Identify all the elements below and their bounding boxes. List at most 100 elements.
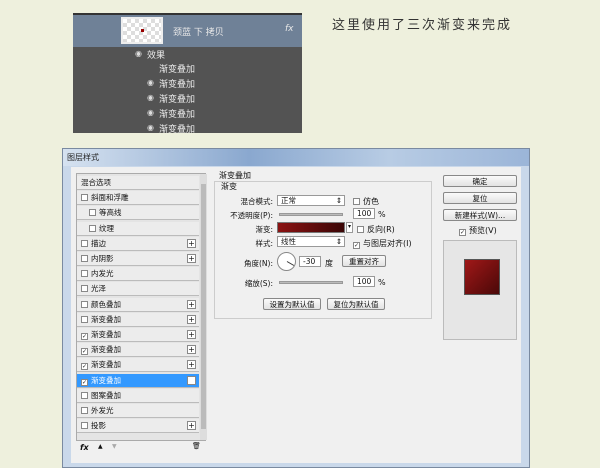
style-item[interactable]: 外发光 xyxy=(77,404,199,418)
style-checkbox[interactable] xyxy=(89,224,96,232)
add-icon[interactable]: + xyxy=(187,360,196,370)
section-title: 渐变叠加 xyxy=(219,171,251,180)
add-icon[interactable]: + xyxy=(187,375,196,385)
opacity-label: 不透明度(P): xyxy=(230,211,273,220)
style-checkbox[interactable] xyxy=(81,270,88,278)
blend-mode-select[interactable]: 正常 ⇕ xyxy=(277,195,345,206)
style-checkbox[interactable] xyxy=(81,391,88,399)
effect-item[interactable]: 渐变叠加 xyxy=(159,107,195,120)
opacity-slider[interactable] xyxy=(279,213,343,216)
style-item[interactable]: 内阴影 + xyxy=(77,252,199,266)
style-item[interactable]: ✓ 渐变叠加 + xyxy=(77,328,199,342)
add-icon[interactable]: + xyxy=(187,330,196,339)
effect-item[interactable]: 渐变叠加 xyxy=(159,92,195,105)
set-default-button[interactable]: 设置为默认值 xyxy=(263,298,321,310)
eye-icon[interactable]: ◉ xyxy=(147,93,154,102)
style-label: 等高线 xyxy=(99,208,122,218)
style-checkbox[interactable] xyxy=(81,422,88,430)
style-item[interactable]: 斜面和浮雕 xyxy=(77,191,199,206)
add-icon[interactable]: + xyxy=(187,345,196,355)
scrollbar[interactable] xyxy=(200,174,207,440)
add-icon[interactable]: + xyxy=(187,421,196,431)
scale-input[interactable]: 100 xyxy=(353,276,375,287)
style-item[interactable]: 内发光 xyxy=(77,267,199,282)
eye-icon[interactable]: ◉ xyxy=(135,49,142,58)
blend-mode-value: 正常 xyxy=(281,196,296,205)
scale-slider[interactable] xyxy=(279,281,343,284)
style-item[interactable]: 颜色叠加 + xyxy=(77,297,199,312)
eye-icon[interactable]: ◉ xyxy=(147,108,154,117)
effect-item[interactable]: 渐变叠加 xyxy=(159,62,195,75)
blend-mode-label: 混合模式: xyxy=(240,197,273,206)
delete-button[interactable]: 🗑 xyxy=(192,442,201,450)
effect-item[interactable]: 渐变叠加 xyxy=(159,122,195,135)
angle-input[interactable]: -30 xyxy=(299,256,321,267)
style-checkbox[interactable] xyxy=(81,285,88,293)
eye-icon[interactable]: ◉ xyxy=(147,123,154,132)
scale-unit: % xyxy=(378,278,386,287)
effect-item[interactable]: 渐变叠加 xyxy=(159,77,195,90)
preview-checkbox[interactable]: ✓ 预览(V) xyxy=(459,225,497,236)
preview-label: 预览(V) xyxy=(469,226,497,235)
style-checkbox[interactable]: ✓ xyxy=(81,348,88,356)
eye-icon[interactable]: ◉ xyxy=(147,78,154,87)
style-label: 渐变叠加 xyxy=(91,314,121,324)
style-checkbox[interactable] xyxy=(81,239,88,247)
reverse-checkbox[interactable]: 反向(R) xyxy=(357,224,395,235)
reset-align-button[interactable]: 重置对齐 xyxy=(342,255,386,267)
style-checkbox[interactable] xyxy=(89,209,96,217)
style-item[interactable]: 图案叠加 xyxy=(77,388,199,403)
style-item[interactable]: ✓ 渐变叠加 + xyxy=(77,373,199,388)
new-style-button[interactable]: 新建样式(W)... xyxy=(443,209,517,221)
style-checkbox[interactable] xyxy=(81,194,88,202)
move-up-button[interactable]: ▲ xyxy=(98,443,103,450)
style-checkbox[interactable] xyxy=(81,255,88,262)
opacity-input[interactable]: 100 xyxy=(353,208,375,219)
style-label: 样式: xyxy=(255,239,273,248)
style-item[interactable]: 光泽 xyxy=(77,282,199,297)
scrollbar-thumb[interactable] xyxy=(201,184,206,429)
add-icon[interactable]: + xyxy=(187,299,196,309)
layer-row[interactable]: 颈蓝 下 拷贝 fx xyxy=(73,15,302,47)
ok-button[interactable]: 确定 xyxy=(443,175,517,187)
style-label: 渐变叠加 xyxy=(91,360,121,370)
style-label: 斜面和浮雕 xyxy=(91,193,129,203)
style-item[interactable]: 混合选项 xyxy=(77,176,199,190)
align-label: 与图层对齐(I) xyxy=(363,239,412,248)
add-icon[interactable]: + xyxy=(187,238,196,248)
layer-style-dialog: 图层样式 混合选项 斜面和浮雕 等高线 纹理 描边 + 内阴影 + 内发光 光泽 颜色叠加 + 渐变叠加… xyxy=(62,148,530,468)
layer-name: 颈蓝 下 拷贝 xyxy=(173,28,224,38)
style-item[interactable]: 描边 + xyxy=(77,236,199,251)
style-item[interactable]: 纹理 xyxy=(77,221,199,236)
style-item[interactable]: 渐变叠加 + xyxy=(77,312,199,327)
align-checkbox[interactable]: ✓ 与图层对齐(I) xyxy=(353,238,412,249)
style-select[interactable]: 线性 ⇕ xyxy=(277,236,345,247)
style-item[interactable]: ✓ 渐变叠加 + xyxy=(77,343,199,358)
layer-thumbnail xyxy=(121,17,163,44)
title-bar[interactable]: 图层样式 xyxy=(63,149,529,166)
style-label: 投影 xyxy=(91,421,106,431)
style-item[interactable]: 投影 + xyxy=(77,419,199,434)
dither-checkbox[interactable]: 仿色 xyxy=(353,196,379,207)
style-checkbox[interactable] xyxy=(81,300,88,308)
gradient-dropdown-icon[interactable]: ▾ xyxy=(346,222,353,233)
style-item[interactable]: 等高线 xyxy=(77,206,199,221)
style-checkbox[interactable] xyxy=(81,315,88,323)
style-checkbox[interactable]: ✓ xyxy=(81,333,88,340)
style-checkbox[interactable]: ✓ xyxy=(81,363,88,371)
fx-menu-button[interactable]: fx xyxy=(80,443,89,452)
add-icon[interactable]: + xyxy=(187,254,196,263)
angle-dial[interactable] xyxy=(277,252,296,271)
style-label: 光泽 xyxy=(91,284,106,294)
style-checkbox[interactable]: ✓ xyxy=(81,378,88,386)
fx-icon[interactable]: fx xyxy=(285,24,294,34)
preview-swatch xyxy=(464,259,500,295)
gradient-picker[interactable] xyxy=(277,222,345,233)
style-item[interactable]: ✓ 渐变叠加 + xyxy=(77,358,199,373)
reset-button[interactable]: 复位 xyxy=(443,192,517,204)
styles-footer: fx ▲ ▼ 🗑 xyxy=(76,441,206,455)
style-checkbox[interactable] xyxy=(81,407,88,414)
reset-default-button[interactable]: 复位为默认值 xyxy=(327,298,385,310)
move-down-button[interactable]: ▼ xyxy=(112,443,117,450)
add-icon[interactable]: + xyxy=(187,314,196,324)
